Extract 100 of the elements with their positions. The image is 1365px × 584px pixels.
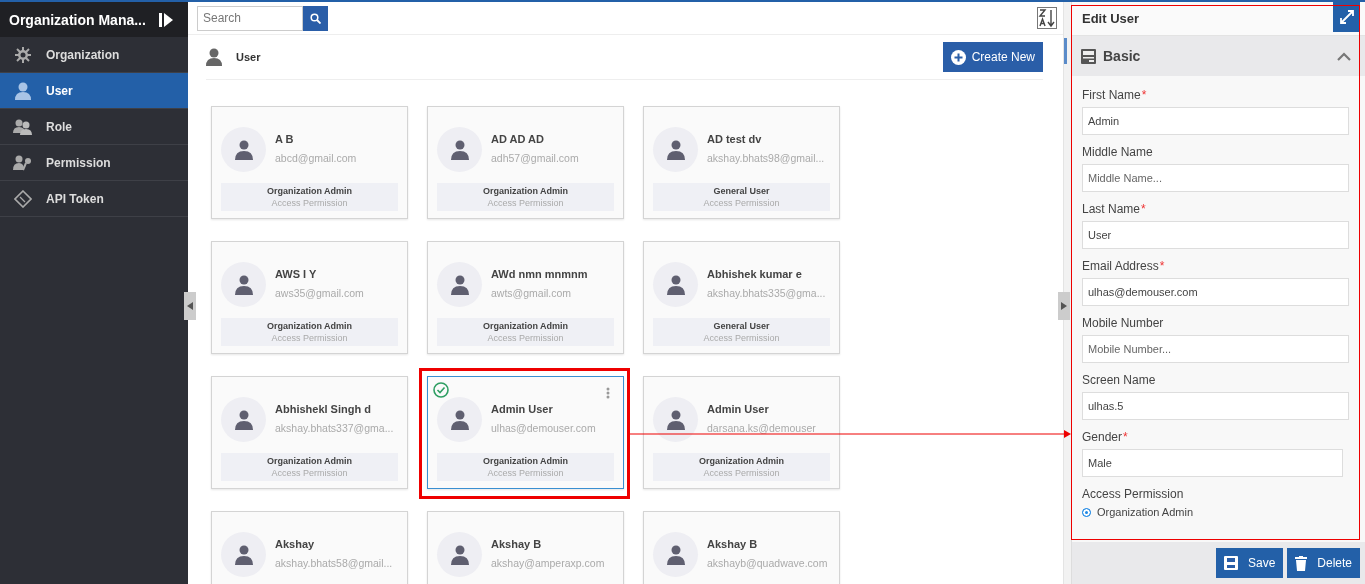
app-title: Organization Mana... [9,11,147,28]
delete-button[interactable]: Delete [1287,548,1360,578]
person-icon [15,81,31,100]
gear-icon [14,45,32,64]
user-name: Abhishek kumar e [707,268,803,280]
role-name: Organization Admin [266,321,353,331]
role-caption: Access Permission [271,468,348,478]
user-email: akshayb@quadwave.com [707,557,828,569]
person-icon [666,139,685,160]
collapse-handle[interactable] [1058,292,1070,320]
user-card[interactable]: Akshay B akshay@amperaxp.com [427,511,624,584]
user-name: Admin User [491,403,554,415]
user-card[interactable]: Abhishekl Singh d akshay.bhats337@gma... Organization Admin Access Permission [211,376,408,489]
person-icon [234,409,253,430]
text-field[interactable]: Mobile Number... [1082,335,1349,363]
user-card[interactable]: AWS I Y aws35@gmail.com Organization Admin Access Permission [211,241,408,354]
user-card[interactable]: A B abcd@gmail.com Organization Admin Access Permission [211,106,408,219]
section-header[interactable]: Basic [1072,36,1365,76]
expand-button[interactable] [1333,2,1360,32]
user-email: akshay.bhats335@gma... [707,287,826,299]
select-field[interactable]: Male [1082,449,1343,477]
role-caption: Access Permission [487,198,564,208]
role-name: Organization Admin [482,186,569,196]
user-name: Admin User [707,403,770,415]
user-card[interactable]: Abhishek kumar e akshay.bhats335@gma... General User Access Permission [643,241,840,354]
user-email: adh57@gmail.com [491,152,579,164]
field-label: Gender* [1082,430,1129,444]
search-button[interactable] [303,5,328,31]
text-field[interactable]: User [1082,221,1349,249]
user-email: akshay.bhats58@gmail... [275,557,393,569]
arrow-right-icon [1061,302,1067,310]
role-name: General User [713,186,770,196]
scrollbar-thumb[interactable] [1064,38,1067,64]
person-icon [450,409,469,430]
person-icon [666,274,685,295]
field-label: Middle Name [1082,145,1154,159]
search-field[interactable]: Search [197,5,303,31]
user-card[interactable]: AWd nmn mnmnm awts@gmail.com Organization Admin Access Permission [427,241,624,354]
user-email: akshay.bhats337@gma... [275,422,394,434]
user-email: akshay.bhats98@gmail... [707,152,825,164]
role-caption: Access Permission [703,468,780,478]
person-icon [666,409,685,430]
user-card[interactable]: Admin User darsana.ks@demouser Organization Admin Access Permission [643,376,840,489]
role-caption: Access Permission [271,198,348,208]
role-name: Organization Admin [266,456,353,466]
text-field[interactable]: ulhas@demouser.com [1082,278,1349,306]
ticket-icon [14,189,32,208]
sort-icon[interactable] [1037,7,1057,29]
user-email: akshay@amperaxp.com [491,557,605,569]
sidebar-item[interactable]: Role [0,109,188,145]
user-email: abcd@gmail.com [275,152,357,164]
user-name: AWd nmn mnmnm [491,268,588,280]
user-card[interactable]: Akshay B akshayb@quadwave.com [643,511,840,584]
role-name: Organization Admin [482,456,569,466]
user-email: darsana.ks@demouser [707,422,816,434]
user-email: ulhas@demouser.com [491,422,596,434]
field-label: Mobile Number [1082,316,1165,330]
text-field[interactable]: Middle Name... [1082,164,1349,192]
role-caption: Access Permission [487,468,564,478]
check-circle-icon [433,382,449,398]
user-card[interactable]: Akshay akshay.bhats58@gmail... [211,511,408,584]
chevron-icon [1337,51,1351,61]
sidebar-item[interactable]: Permission [0,145,188,181]
sidebar-item[interactable]: User [0,73,188,109]
user-name: Akshay [275,538,316,550]
person-icon [234,274,253,295]
field-label: Last Name* [1082,202,1147,216]
user-card[interactable]: AD test dv akshay.bhats98@gmail... General User Access Permission [643,106,840,219]
role-name: Organization Admin [266,186,353,196]
user-email: awts@gmail.com [491,287,573,299]
role-caption: Access Permission [703,198,780,208]
person-icon [450,274,469,295]
form-icon [1081,48,1096,64]
expand-icon [1339,10,1354,24]
user-card[interactable]: AD AD AD adh57@gmail.com Organization Admin Access Permission [427,106,624,219]
person-icon [234,544,253,565]
role-caption: Access Permission [271,333,348,343]
save-button[interactable]: Save [1215,548,1284,578]
role-caption: Access Permission [487,333,564,343]
role-name: General User [713,321,770,331]
text-field[interactable]: ulhas.5 [1082,392,1349,420]
radio-option[interactable]: Organization Admin [1082,506,1349,518]
person-icon [450,139,469,160]
user-name: Akshay B [491,538,543,550]
create-new-button[interactable]: Create New [942,42,1043,72]
user-name: AD test dv [707,133,763,145]
field-label: Email Address* [1082,259,1166,273]
field-label: First Name* [1082,88,1148,102]
arrow-left-icon [187,302,193,310]
person-icon [450,544,469,565]
field-label: Access Permission [1082,487,1185,501]
more-options-icon[interactable] [606,387,610,399]
section-title: Basic [1103,48,1141,64]
text-field[interactable]: Admin [1082,107,1349,135]
collapse-handle[interactable] [184,292,196,320]
collapse-sidebar-icon[interactable] [158,11,174,28]
user-card[interactable]: Admin User ulhas@demouser.com Organization Admin Access Permission [427,376,624,489]
user-name: A B [275,133,295,145]
user-name: Akshay B [707,538,759,550]
person-key-icon [13,154,33,171]
